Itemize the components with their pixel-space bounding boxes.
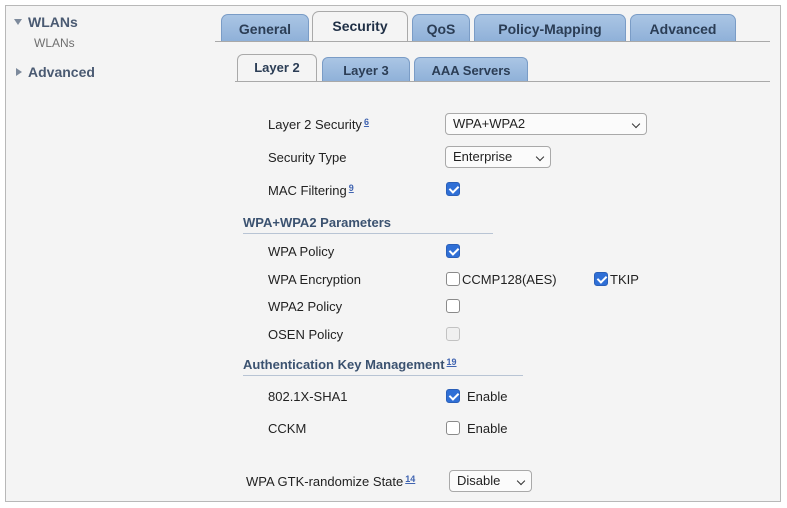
section-divider	[243, 233, 493, 234]
caret-down-icon	[14, 19, 22, 25]
cckm-checkbox[interactable]	[446, 421, 460, 435]
cckm-label: CCKM	[268, 421, 307, 436]
nav-wlans[interactable]: WLANs	[14, 14, 78, 30]
ccmp128-checkbox[interactable]	[446, 272, 460, 286]
tkip-checkbox[interactable]	[594, 272, 608, 286]
security-type-label: Security Type	[268, 150, 347, 165]
dot1x-sha1-label: 802.1X-SHA1	[268, 389, 348, 404]
wpa-policy-checkbox[interactable]	[446, 244, 460, 258]
osen-policy-checkbox	[446, 327, 460, 341]
gtk-randomize-select[interactable]: Disable	[449, 470, 532, 492]
akm-section-text: Authentication Key Management	[243, 357, 445, 372]
layer2-security-text: Layer 2 Security	[268, 117, 362, 132]
ccmp128-label: CCMP128(AES)	[462, 272, 557, 287]
layer2-security-help-link[interactable]: 6	[364, 117, 369, 127]
wpa-policy-label: WPA Policy	[268, 244, 335, 259]
gtk-randomize-value: Disable	[457, 473, 501, 488]
osen-policy-label: OSEN Policy	[268, 327, 344, 342]
mac-filtering-help-link[interactable]: 9	[349, 183, 354, 193]
gtk-randomize-text: WPA GTK-randomize State	[246, 474, 404, 489]
akm-section-title: Authentication Key Management 19	[243, 357, 457, 372]
tab-general[interactable]: General	[221, 14, 309, 42]
section-divider	[243, 375, 523, 376]
caret-right-icon	[16, 68, 22, 76]
tabbar-divider	[215, 41, 770, 42]
tkip-label: TKIP	[610, 272, 639, 287]
left-navigation: WLANs WLANs Advanced	[6, 6, 201, 501]
wpa2-policy-label: WPA2 Policy	[268, 299, 343, 314]
chevron-down-icon	[631, 119, 641, 129]
dot1x-sha1-checkbox[interactable]	[446, 389, 460, 403]
gtk-help-link[interactable]: 14	[405, 474, 415, 484]
dot1x-sha1-enable-label: Enable	[467, 389, 508, 404]
mac-filtering-label: MAC Filtering 9	[268, 183, 354, 198]
nav-advanced-label: Advanced	[28, 64, 95, 80]
akm-help-link[interactable]: 19	[447, 357, 457, 367]
wpa-params-section-title: WPA+WPA2 Parameters	[243, 215, 391, 230]
cckm-enable-label: Enable	[467, 421, 508, 436]
nav-advanced[interactable]: Advanced	[16, 64, 95, 80]
security-type-select[interactable]: Enterprise	[445, 146, 551, 168]
security-type-value: Enterprise	[453, 149, 513, 164]
tab-security[interactable]: Security	[312, 11, 408, 42]
subtab-layer2[interactable]: Layer 2	[237, 54, 317, 82]
subtab-aaa-servers[interactable]: AAA Servers	[414, 57, 528, 82]
chevron-down-icon	[535, 152, 545, 162]
wpa2-policy-checkbox[interactable]	[446, 299, 460, 313]
subtab-divider	[235, 81, 770, 82]
tab-advanced[interactable]: Advanced	[630, 14, 736, 42]
tab-qos[interactable]: QoS	[412, 14, 470, 42]
subtab-layer3[interactable]: Layer 3	[322, 57, 410, 82]
layer2-security-value: WPA+WPA2	[453, 116, 526, 131]
nav-wlans-label: WLANs	[28, 14, 78, 30]
layer2-security-select[interactable]: WPA+WPA2	[445, 113, 647, 135]
gtk-randomize-label: WPA GTK-randomize State 14	[246, 474, 415, 489]
wpa-encryption-label: WPA Encryption	[268, 272, 361, 287]
tab-policy-mapping[interactable]: Policy-Mapping	[474, 14, 626, 42]
chevron-down-icon	[516, 476, 526, 486]
mac-filtering-checkbox[interactable]	[446, 182, 460, 196]
layer2-security-label: Layer 2 Security 6	[268, 117, 369, 132]
nav-wlans-sub[interactable]: WLANs	[34, 36, 75, 50]
mac-filtering-text: MAC Filtering	[268, 183, 347, 198]
